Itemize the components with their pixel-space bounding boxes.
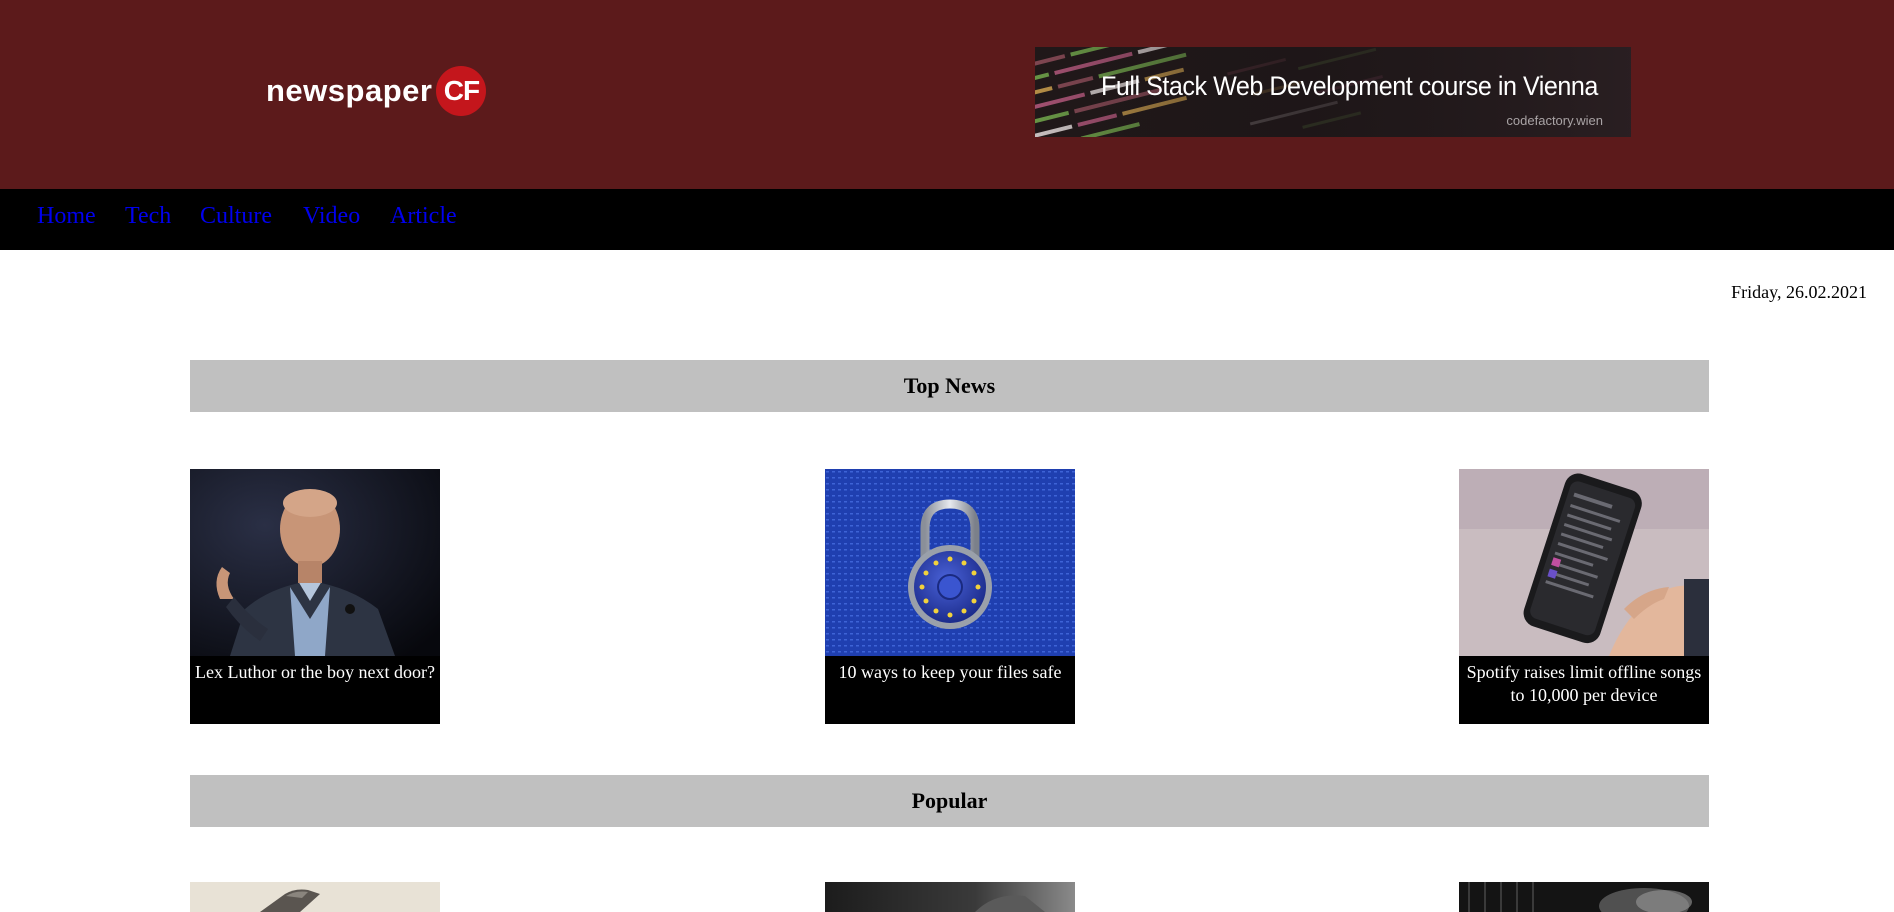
smoke-photo[interactable]	[1459, 882, 1709, 912]
section-heading-top-news: Top News	[190, 360, 1709, 412]
news-card[interactable]: 10 ways to keep your files safe	[825, 469, 1075, 724]
site-header: newspaper CF Full Stack Web Development …	[0, 0, 1894, 189]
card-caption: 10 ways to keep your files safe	[838, 662, 1062, 682]
news-card[interactable]: Spotify raises limit offline songs to 10…	[1459, 469, 1709, 724]
nav-culture-link[interactable]: Culture	[200, 203, 272, 230]
news-card[interactable]: Lex Luthor or the boy next door?	[190, 469, 440, 724]
banner-title: Full Stack Web Development course in Vie…	[1101, 71, 1598, 101]
nav-video-link[interactable]: Video	[303, 203, 360, 230]
device-photo[interactable]	[190, 882, 440, 912]
card-caption: Spotify raises limit offline songs to 10…	[1466, 662, 1702, 705]
man-speaking-photo	[190, 469, 440, 656]
section-heading-popular: Popular	[190, 775, 1709, 827]
nav-article-link[interactable]: Article	[390, 203, 457, 230]
card-caption: Lex Luthor or the boy next door?	[195, 662, 435, 682]
logo-badge: CF	[436, 66, 487, 116]
eu-padlock-photo	[825, 469, 1075, 656]
banner-subtitle: codefactory.wien	[1506, 113, 1603, 128]
site-logo[interactable]: newspaper CF	[266, 66, 487, 116]
course-banner-ad[interactable]: Full Stack Web Development course in Vie…	[1035, 47, 1631, 137]
nav-home-link[interactable]: Home	[37, 203, 96, 230]
main-nav: Home Tech Culture Video Article	[0, 189, 1894, 250]
nav-tech-link[interactable]: Tech	[125, 203, 171, 230]
dark-gradient-photo[interactable]	[825, 882, 1075, 912]
current-date: Friday, 26.02.2021	[1731, 282, 1867, 302]
phone-in-hand-photo	[1459, 469, 1709, 656]
logo-text: newspaper	[266, 73, 433, 108]
